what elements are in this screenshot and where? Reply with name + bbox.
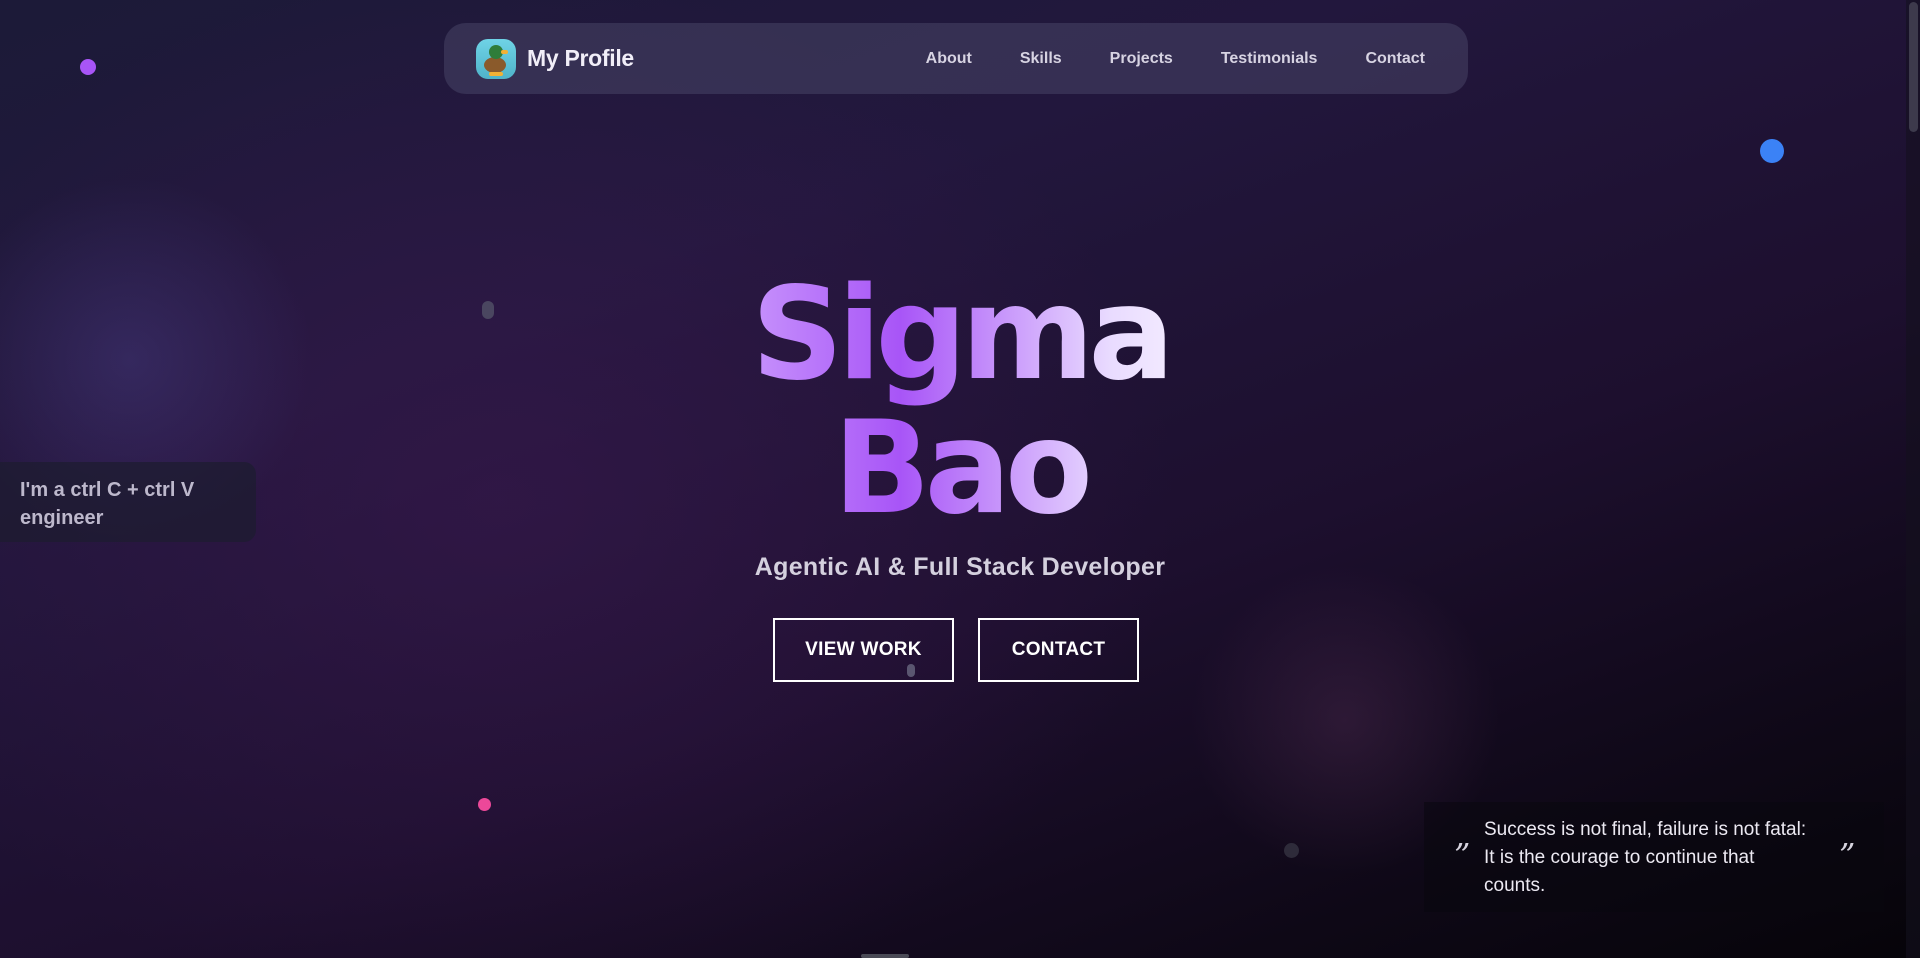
- brand[interactable]: My Profile: [476, 38, 634, 79]
- quote-text: Success is not final, failure is not fat…: [1484, 819, 1807, 896]
- nav-link-testimonials[interactable]: Testimonials: [1221, 50, 1318, 68]
- nav-link-skills[interactable]: Skills: [1020, 50, 1062, 68]
- quote-card: ” Success is not final, failure is not f…: [1424, 802, 1884, 912]
- decorative-dot-pink: [478, 798, 491, 811]
- quote-close-icon: ”: [1839, 836, 1856, 874]
- decorative-dot-blue: [1760, 139, 1784, 163]
- top-navbar: My Profile About Skills Projects Testimo…: [444, 23, 1468, 94]
- tagline-card: I'm a ctrl C + ctrl V engineer: [0, 462, 256, 542]
- bottom-handle: [861, 954, 909, 958]
- hero-name: Sigma Bao: [660, 268, 1260, 536]
- nav-menu: About Skills Projects Testimonials Conta…: [926, 50, 1425, 68]
- nav-link-about[interactable]: About: [926, 50, 972, 68]
- duck-avatar-icon: [476, 38, 516, 79]
- decorative-dot-purple: [80, 59, 96, 75]
- hero-first-name: Sigma: [751, 260, 1169, 409]
- view-work-button[interactable]: VIEW WORK: [773, 618, 954, 682]
- hero-last-name: Bao: [833, 394, 1087, 543]
- nav-link-contact[interactable]: Contact: [1365, 50, 1425, 68]
- brand-name[interactable]: My Profile: [527, 45, 634, 72]
- decorative-pill: [907, 664, 915, 677]
- scrollbar-thumb[interactable]: [1909, 2, 1918, 132]
- decorative-dot-dark: [1284, 843, 1299, 858]
- decorative-pill: [482, 301, 494, 319]
- page-scrollbar[interactable]: [1906, 0, 1920, 958]
- contact-button[interactable]: CONTACT: [978, 618, 1139, 682]
- nav-link-projects[interactable]: Projects: [1110, 50, 1173, 68]
- quote-open-icon: ”: [1454, 836, 1471, 874]
- hero-subtitle: Agentic AI & Full Stack Developer: [754, 553, 1166, 581]
